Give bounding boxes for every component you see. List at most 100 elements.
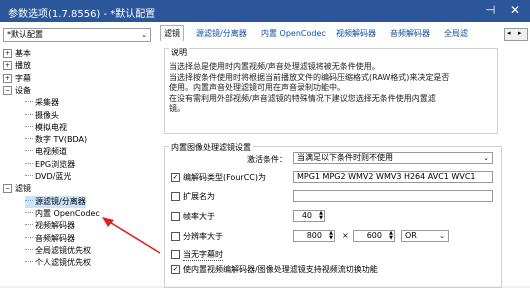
tab-opencodec[interactable]: 内置 OpenCodec bbox=[261, 26, 326, 41]
tree-item[interactable]: 采集器 bbox=[25, 97, 59, 109]
tab-audio-decoder[interactable]: 音频解码器 bbox=[390, 26, 430, 41]
description-title: 说明 bbox=[169, 47, 189, 58]
times-sign: × bbox=[342, 231, 349, 240]
tree-connector bbox=[25, 236, 33, 238]
preferences-body: *默认配置 ⌄ + 基本 + 播放 + 字幕 − 设备 采集器 摄像头 模拟电视 数字 TV(BDA)… bbox=[0, 22, 530, 288]
profile-value: *默认配置 bbox=[7, 30, 43, 39]
extension-checkbox[interactable] bbox=[171, 192, 180, 201]
tree-label: 全局滤镜优先权 bbox=[35, 245, 91, 255]
tree-label: 采集器 bbox=[35, 98, 59, 108]
description-line: 镜。 bbox=[169, 104, 185, 113]
resolution-width-stepper[interactable]: 800 ▲ ▼ bbox=[293, 230, 335, 242]
tree-category[interactable]: − 滤镜 bbox=[3, 183, 31, 195]
filters-panel: 说明 当选择总是使用时内置视频/声音处理滤镜将被无条件使用。 当选择按条件使用时… bbox=[164, 42, 528, 288]
tab-global-filters[interactable]: 全局滤 bbox=[444, 26, 468, 41]
description-line: 使用。内置声音处理滤镜可用在声音录制功能中。 bbox=[169, 83, 345, 92]
tree-connector bbox=[25, 261, 33, 263]
tree-label: 视频解码器 bbox=[35, 221, 75, 231]
tree-label: 播放 bbox=[15, 61, 31, 71]
codec-field[interactable]: MPG1 MPG2 WMV2 WMV3 H264 AVC1 WVC1 bbox=[293, 171, 493, 183]
spin-icon[interactable]: ▲ ▼ bbox=[319, 211, 323, 221]
tree-item[interactable]: 音频解码器 bbox=[25, 233, 75, 245]
tree-label: 源滤镜/分离器 bbox=[35, 196, 86, 206]
extension-field[interactable] bbox=[293, 190, 493, 202]
tree-label: 设备 bbox=[15, 85, 31, 95]
expand-icon[interactable]: + bbox=[3, 61, 12, 71]
tree-label: DVD/蓝光 bbox=[35, 172, 72, 181]
tree-connector bbox=[25, 113, 33, 115]
description-text: 当选择总是使用时内置视频/声音处理滤镜将被无条件使用。 当选择按条件使用时将根据… bbox=[169, 62, 487, 115]
activation-value: 当满足以下条件时则不使用 bbox=[297, 153, 393, 162]
description-line: 在没有需利用外部视频/声音滤镜的特殊情况下建议您选择无条件使用内置滤 bbox=[169, 93, 436, 103]
tree-label: EPG浏览器 bbox=[35, 159, 76, 169]
tree-label: 基本 bbox=[15, 49, 31, 58]
codec-checkbox[interactable]: ✓ bbox=[171, 173, 180, 182]
tree-category[interactable]: + 播放 bbox=[3, 60, 31, 72]
spin-icon[interactable]: ▲ ▼ bbox=[329, 231, 333, 241]
tree-label: 滤镜 bbox=[15, 184, 31, 194]
pin-icon[interactable]: ⊣ bbox=[485, 3, 495, 17]
tree-connector bbox=[25, 248, 33, 250]
tree-item[interactable]: DVD/蓝光 bbox=[25, 171, 71, 183]
window-title: 参数选项(1.7.8556) - *默认配置 bbox=[8, 9, 156, 20]
scroll-right-icon[interactable]: ▸ bbox=[518, 29, 522, 37]
close-icon[interactable]: ✕ bbox=[510, 3, 520, 17]
resolution-width-value: 800 bbox=[306, 231, 322, 240]
tree-connector bbox=[25, 150, 33, 152]
chevron-down-icon: ⌄ bbox=[141, 31, 147, 39]
framerate-stepper[interactable]: 40 ▲ ▼ bbox=[293, 210, 325, 222]
tree-connector bbox=[25, 199, 33, 201]
collapse-icon[interactable]: − bbox=[3, 184, 12, 194]
expand-icon[interactable]: + bbox=[3, 73, 12, 83]
collapse-icon[interactable]: − bbox=[3, 85, 12, 95]
tree-label: 数字 TV(BDA) bbox=[35, 135, 88, 145]
tree-item[interactable]: 内置 OpenCodec bbox=[25, 208, 100, 220]
framerate-value: 40 bbox=[301, 211, 312, 220]
tree-item[interactable]: 源滤镜/分离器 bbox=[25, 195, 86, 208]
tree-connector bbox=[25, 162, 33, 164]
tree-item[interactable]: 数字 TV(BDA) bbox=[25, 134, 87, 146]
stream-switch-checkbox[interactable]: ✓ bbox=[171, 265, 180, 274]
tab-scroll[interactable]: ◂ ▸ bbox=[504, 28, 528, 41]
no-subtitle-label: 当无字幕时 bbox=[183, 250, 223, 261]
tree-label: 字幕 bbox=[15, 73, 31, 83]
no-subtitle-checkbox[interactable] bbox=[171, 250, 180, 259]
tree-item[interactable]: 模拟电视 bbox=[25, 122, 67, 134]
tree-category[interactable]: − 设备 bbox=[3, 85, 31, 97]
chevron-down-icon: ⌄ bbox=[439, 232, 445, 240]
scroll-left-icon[interactable]: ◂ bbox=[507, 29, 511, 37]
profile-select[interactable]: *默认配置 ⌄ bbox=[3, 28, 151, 42]
framerate-label: 帧率大于 bbox=[183, 212, 215, 221]
resolution-height-stepper[interactable]: 600 ▲ ▼ bbox=[353, 230, 395, 242]
tree-category[interactable]: + 字幕 bbox=[3, 73, 31, 85]
chevron-down-icon: ⌄ bbox=[483, 154, 489, 162]
tree-item[interactable]: 全局滤镜优先权 bbox=[25, 245, 91, 257]
spin-icon[interactable]: ▲ ▼ bbox=[389, 231, 393, 241]
description-group: 说明 当选择总是使用时内置视频/声音处理滤镜将被无条件使用。 当选择按条件使用时… bbox=[164, 47, 498, 134]
tree-item[interactable]: 电视频道 bbox=[25, 146, 67, 158]
tree-item[interactable]: 摄像头 bbox=[25, 110, 59, 122]
framerate-checkbox[interactable] bbox=[171, 212, 180, 221]
tab-video-decoder[interactable]: 视频解码器 bbox=[336, 26, 376, 41]
tree-item[interactable]: EPG浏览器 bbox=[25, 159, 75, 171]
tree-label: 音频解码器 bbox=[35, 233, 75, 243]
resolution-checkbox[interactable] bbox=[171, 232, 180, 241]
tree-label: 个人滤镜优先权 bbox=[35, 258, 91, 268]
tree-connector bbox=[25, 175, 33, 176]
tree-connector bbox=[25, 101, 33, 103]
tab-filters[interactable]: 滤镜 bbox=[160, 25, 184, 41]
activation-select[interactable]: 当满足以下条件时则不使用 ⌄ bbox=[293, 152, 493, 164]
filter-settings-group: 内置图像处理滤镜设置 激活条件： 当满足以下条件时则不使用 ⌄ ✓ 编解码类型(… bbox=[164, 142, 502, 288]
expand-icon[interactable]: + bbox=[3, 49, 12, 58]
tree-connector bbox=[25, 211, 33, 213]
tree-label: 内置 OpenCodec bbox=[35, 208, 100, 218]
stream-switch-label: 使内置视频编解码器/图像处理滤镜支持视频流切换功能 bbox=[183, 265, 378, 274]
tree-item[interactable]: 视频解码器 bbox=[25, 220, 75, 232]
tab-source-filters[interactable]: 源滤镜/分离器 bbox=[196, 26, 247, 41]
tree-category[interactable]: + 基本 bbox=[3, 48, 31, 60]
resolution-operator-select[interactable]: OR ⌄ bbox=[401, 230, 449, 242]
resolution-height-value: 600 bbox=[366, 231, 382, 240]
tree-item[interactable]: 个人滤镜优先权 bbox=[25, 257, 91, 269]
activation-label: 激活条件： bbox=[247, 155, 287, 164]
tree-label: 摄像头 bbox=[35, 110, 59, 120]
